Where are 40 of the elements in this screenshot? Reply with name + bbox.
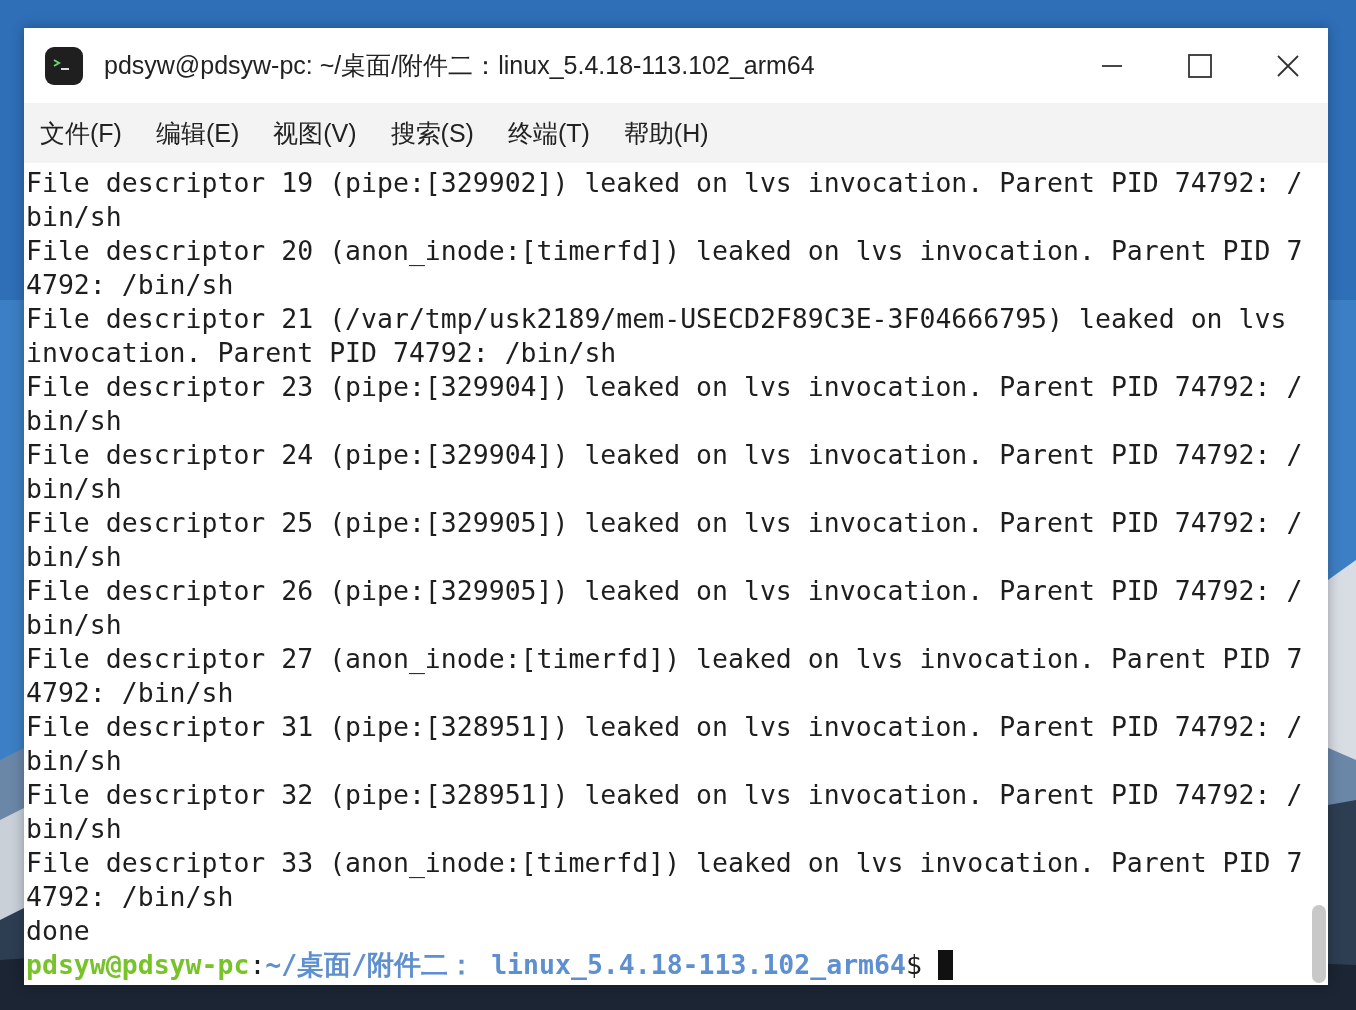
menu-item[interactable]: 终端(T) bbox=[507, 116, 590, 150]
output-line: File descriptor 33 (anon_inode:[timerfd]) leaked on lvs invocation. Parent PID 7 bbox=[26, 846, 1304, 880]
menu-item[interactable]: 文件(F) bbox=[40, 116, 122, 150]
scrollbar-thumb[interactable] bbox=[1312, 905, 1326, 983]
output-line: File descriptor 21 (/var/tmp/usk2189/mem-USECD2F89C3E-3F04666795) leaked on lvs bbox=[26, 302, 1288, 336]
output-line: done bbox=[26, 914, 91, 948]
output-line: File descriptor 23 (pipe:[329904]) leaked on lvs invocation. Parent PID 74792: / bbox=[26, 370, 1304, 404]
menu-item[interactable]: 帮助(H) bbox=[623, 116, 709, 150]
output-line: bin/sh bbox=[26, 404, 123, 438]
maximize-icon bbox=[1188, 53, 1212, 78]
terminal-icon bbox=[44, 45, 84, 86]
close-icon bbox=[1277, 54, 1299, 77]
output-line: bin/sh bbox=[26, 608, 123, 642]
output-line: File descriptor 20 (anon_inode:[timerfd]) leaked on lvs invocation. Parent PID 7 bbox=[26, 234, 1304, 268]
output-line: File descriptor 25 (pipe:[329905]) leaked on lvs invocation. Parent PID 74792: / bbox=[26, 506, 1304, 540]
text-cursor bbox=[937, 950, 953, 980]
output-line: 4792: /bin/sh bbox=[26, 880, 235, 914]
output-line: bin/sh bbox=[26, 540, 123, 574]
output-line: 4792: /bin/sh bbox=[26, 268, 235, 302]
output-line: File descriptor 26 (pipe:[329905]) leaked on lvs invocation. Parent PID 74792: / bbox=[26, 574, 1304, 608]
menu-item[interactable]: 编辑(E) bbox=[155, 116, 240, 150]
output-line: File descriptor 32 (pipe:[328951]) leaked on lvs invocation. Parent PID 74792: / bbox=[26, 778, 1304, 812]
output-line: bin/sh bbox=[26, 812, 123, 846]
output-line: invocation. Parent PID 74792: /bin/sh bbox=[26, 336, 618, 370]
prompt-user-host: pdsyw@pdsyw-pc bbox=[26, 948, 250, 982]
output-line: bin/sh bbox=[26, 200, 123, 234]
output-line: File descriptor 19 (pipe:[329902]) leaked on lvs invocation. Parent PID 74792: / bbox=[26, 166, 1304, 200]
menu-item[interactable]: 视图(V) bbox=[273, 116, 357, 150]
output-line: File descriptor 31 (pipe:[328951]) leaked on lvs invocation. Parent PID 74792: / bbox=[26, 710, 1304, 744]
window-title: pdsyw@pdsyw-pc: ~/桌面/附件二：linux_5.4.18-113.102_arm64 bbox=[104, 50, 816, 81]
output-line: bin/sh bbox=[26, 744, 123, 778]
menu-item[interactable]: 搜索(S) bbox=[390, 116, 474, 150]
prompt-symbol: $ bbox=[906, 948, 922, 982]
minimize-icon bbox=[1101, 64, 1123, 67]
prompt-separator: : bbox=[249, 948, 266, 982]
output-line: 4792: /bin/sh bbox=[26, 676, 235, 710]
output-line: File descriptor 24 (pipe:[329904]) leaked on lvs invocation. Parent PID 74792: / bbox=[26, 438, 1304, 472]
output-line: File descriptor 27 (anon_inode:[timerfd]) leaked on lvs invocation. Parent PID 7 bbox=[26, 642, 1304, 676]
output-line: bin/sh bbox=[26, 472, 123, 506]
prompt-path: ~/桌面/附件二： linux_5.4.18-113.102_arm64 bbox=[265, 948, 906, 982]
